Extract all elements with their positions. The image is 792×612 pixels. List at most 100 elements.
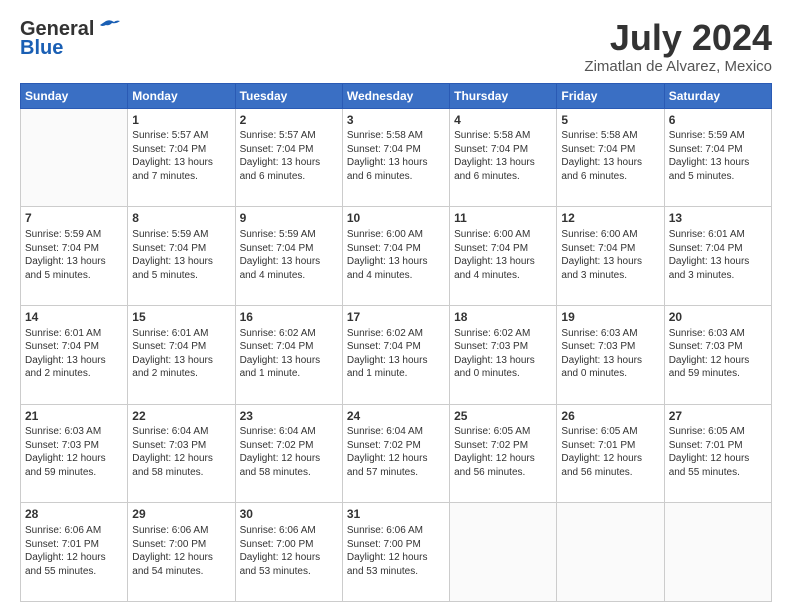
calendar-cell bbox=[21, 108, 128, 207]
col-monday: Monday bbox=[128, 83, 235, 108]
day-number: 6 bbox=[669, 112, 767, 129]
calendar-cell: 24Sunrise: 6:04 AM Sunset: 7:02 PM Dayli… bbox=[342, 404, 449, 503]
day-number: 25 bbox=[454, 408, 552, 425]
calendar-cell: 25Sunrise: 6:05 AM Sunset: 7:02 PM Dayli… bbox=[450, 404, 557, 503]
day-number: 23 bbox=[240, 408, 338, 425]
calendar-cell: 7Sunrise: 5:59 AM Sunset: 7:04 PM Daylig… bbox=[21, 207, 128, 306]
day-content: Sunrise: 5:59 AM Sunset: 7:04 PM Dayligh… bbox=[25, 228, 123, 282]
day-content: Sunrise: 6:03 AM Sunset: 7:03 PM Dayligh… bbox=[561, 327, 659, 381]
month-year: July 2024 bbox=[584, 18, 772, 58]
day-content: Sunrise: 6:06 AM Sunset: 7:00 PM Dayligh… bbox=[347, 524, 445, 578]
day-content: Sunrise: 6:04 AM Sunset: 7:02 PM Dayligh… bbox=[240, 425, 338, 479]
calendar-cell: 20Sunrise: 6:03 AM Sunset: 7:03 PM Dayli… bbox=[664, 305, 771, 404]
calendar-cell: 3Sunrise: 5:58 AM Sunset: 7:04 PM Daylig… bbox=[342, 108, 449, 207]
week-row-4: 21Sunrise: 6:03 AM Sunset: 7:03 PM Dayli… bbox=[21, 404, 772, 503]
calendar-cell: 31Sunrise: 6:06 AM Sunset: 7:00 PM Dayli… bbox=[342, 503, 449, 602]
calendar-cell: 2Sunrise: 5:57 AM Sunset: 7:04 PM Daylig… bbox=[235, 108, 342, 207]
calendar-cell: 30Sunrise: 6:06 AM Sunset: 7:00 PM Dayli… bbox=[235, 503, 342, 602]
day-number: 4 bbox=[454, 112, 552, 129]
day-content: Sunrise: 6:05 AM Sunset: 7:02 PM Dayligh… bbox=[454, 425, 552, 479]
calendar-table: Sunday Monday Tuesday Wednesday Thursday… bbox=[20, 83, 772, 602]
logo-bird-icon bbox=[98, 19, 120, 37]
calendar-cell: 9Sunrise: 5:59 AM Sunset: 7:04 PM Daylig… bbox=[235, 207, 342, 306]
day-content: Sunrise: 5:59 AM Sunset: 7:04 PM Dayligh… bbox=[132, 228, 230, 282]
day-content: Sunrise: 6:02 AM Sunset: 7:04 PM Dayligh… bbox=[347, 327, 445, 381]
day-content: Sunrise: 5:57 AM Sunset: 7:04 PM Dayligh… bbox=[240, 129, 338, 183]
day-content: Sunrise: 5:58 AM Sunset: 7:04 PM Dayligh… bbox=[454, 129, 552, 183]
calendar-cell: 18Sunrise: 6:02 AM Sunset: 7:03 PM Dayli… bbox=[450, 305, 557, 404]
day-content: Sunrise: 6:03 AM Sunset: 7:03 PM Dayligh… bbox=[25, 425, 123, 479]
day-number: 22 bbox=[132, 408, 230, 425]
calendar-cell: 22Sunrise: 6:04 AM Sunset: 7:03 PM Dayli… bbox=[128, 404, 235, 503]
day-content: Sunrise: 6:00 AM Sunset: 7:04 PM Dayligh… bbox=[347, 228, 445, 282]
day-number: 19 bbox=[561, 309, 659, 326]
day-content: Sunrise: 6:06 AM Sunset: 7:01 PM Dayligh… bbox=[25, 524, 123, 578]
day-content: Sunrise: 6:01 AM Sunset: 7:04 PM Dayligh… bbox=[25, 327, 123, 381]
title-block: July 2024 Zimatlan de Alvarez, Mexico bbox=[584, 18, 772, 75]
day-number: 31 bbox=[347, 506, 445, 523]
day-number: 1 bbox=[132, 112, 230, 129]
calendar-cell: 5Sunrise: 5:58 AM Sunset: 7:04 PM Daylig… bbox=[557, 108, 664, 207]
logo: General Blue bbox=[20, 18, 120, 60]
week-row-5: 28Sunrise: 6:06 AM Sunset: 7:01 PM Dayli… bbox=[21, 503, 772, 602]
day-number: 15 bbox=[132, 309, 230, 326]
day-content: Sunrise: 5:59 AM Sunset: 7:04 PM Dayligh… bbox=[240, 228, 338, 282]
calendar-cell: 26Sunrise: 6:05 AM Sunset: 7:01 PM Dayli… bbox=[557, 404, 664, 503]
day-content: Sunrise: 6:06 AM Sunset: 7:00 PM Dayligh… bbox=[132, 524, 230, 578]
calendar-cell: 27Sunrise: 6:05 AM Sunset: 7:01 PM Dayli… bbox=[664, 404, 771, 503]
logo-blue-text: Blue bbox=[20, 37, 63, 60]
day-content: Sunrise: 5:57 AM Sunset: 7:04 PM Dayligh… bbox=[132, 129, 230, 183]
day-content: Sunrise: 6:02 AM Sunset: 7:04 PM Dayligh… bbox=[240, 327, 338, 381]
day-number: 3 bbox=[347, 112, 445, 129]
day-content: Sunrise: 6:00 AM Sunset: 7:04 PM Dayligh… bbox=[454, 228, 552, 282]
day-number: 12 bbox=[561, 210, 659, 227]
day-number: 10 bbox=[347, 210, 445, 227]
day-content: Sunrise: 6:04 AM Sunset: 7:02 PM Dayligh… bbox=[347, 425, 445, 479]
calendar-cell: 12Sunrise: 6:00 AM Sunset: 7:04 PM Dayli… bbox=[557, 207, 664, 306]
week-row-3: 14Sunrise: 6:01 AM Sunset: 7:04 PM Dayli… bbox=[21, 305, 772, 404]
col-wednesday: Wednesday bbox=[342, 83, 449, 108]
day-number: 26 bbox=[561, 408, 659, 425]
day-number: 8 bbox=[132, 210, 230, 227]
header-row: Sunday Monday Tuesday Wednesday Thursday… bbox=[21, 83, 772, 108]
calendar-cell: 11Sunrise: 6:00 AM Sunset: 7:04 PM Dayli… bbox=[450, 207, 557, 306]
day-number: 7 bbox=[25, 210, 123, 227]
day-number: 29 bbox=[132, 506, 230, 523]
calendar-cell: 10Sunrise: 6:00 AM Sunset: 7:04 PM Dayli… bbox=[342, 207, 449, 306]
day-content: Sunrise: 6:05 AM Sunset: 7:01 PM Dayligh… bbox=[669, 425, 767, 479]
day-content: Sunrise: 5:58 AM Sunset: 7:04 PM Dayligh… bbox=[561, 129, 659, 183]
calendar-cell: 4Sunrise: 5:58 AM Sunset: 7:04 PM Daylig… bbox=[450, 108, 557, 207]
day-content: Sunrise: 6:01 AM Sunset: 7:04 PM Dayligh… bbox=[132, 327, 230, 381]
col-tuesday: Tuesday bbox=[235, 83, 342, 108]
calendar-cell bbox=[557, 503, 664, 602]
col-friday: Friday bbox=[557, 83, 664, 108]
calendar-cell bbox=[450, 503, 557, 602]
day-content: Sunrise: 6:04 AM Sunset: 7:03 PM Dayligh… bbox=[132, 425, 230, 479]
week-row-1: 1Sunrise: 5:57 AM Sunset: 7:04 PM Daylig… bbox=[21, 108, 772, 207]
day-content: Sunrise: 6:00 AM Sunset: 7:04 PM Dayligh… bbox=[561, 228, 659, 282]
calendar-header: Sunday Monday Tuesday Wednesday Thursday… bbox=[21, 83, 772, 108]
calendar-cell: 23Sunrise: 6:04 AM Sunset: 7:02 PM Dayli… bbox=[235, 404, 342, 503]
day-number: 20 bbox=[669, 309, 767, 326]
day-number: 16 bbox=[240, 309, 338, 326]
location: Zimatlan de Alvarez, Mexico bbox=[584, 58, 772, 75]
day-content: Sunrise: 6:02 AM Sunset: 7:03 PM Dayligh… bbox=[454, 327, 552, 381]
day-number: 30 bbox=[240, 506, 338, 523]
calendar-cell: 19Sunrise: 6:03 AM Sunset: 7:03 PM Dayli… bbox=[557, 305, 664, 404]
day-content: Sunrise: 5:59 AM Sunset: 7:04 PM Dayligh… bbox=[669, 129, 767, 183]
calendar-cell: 17Sunrise: 6:02 AM Sunset: 7:04 PM Dayli… bbox=[342, 305, 449, 404]
day-number: 17 bbox=[347, 309, 445, 326]
calendar-cell: 8Sunrise: 5:59 AM Sunset: 7:04 PM Daylig… bbox=[128, 207, 235, 306]
calendar-cell: 14Sunrise: 6:01 AM Sunset: 7:04 PM Dayli… bbox=[21, 305, 128, 404]
calendar-cell bbox=[664, 503, 771, 602]
day-number: 18 bbox=[454, 309, 552, 326]
calendar-cell: 6Sunrise: 5:59 AM Sunset: 7:04 PM Daylig… bbox=[664, 108, 771, 207]
day-content: Sunrise: 6:05 AM Sunset: 7:01 PM Dayligh… bbox=[561, 425, 659, 479]
day-number: 9 bbox=[240, 210, 338, 227]
calendar-cell: 28Sunrise: 6:06 AM Sunset: 7:01 PM Dayli… bbox=[21, 503, 128, 602]
calendar-body: 1Sunrise: 5:57 AM Sunset: 7:04 PM Daylig… bbox=[21, 108, 772, 601]
header: General Blue July 2024 Zimatlan de Alvar… bbox=[20, 18, 772, 75]
day-number: 27 bbox=[669, 408, 767, 425]
day-content: Sunrise: 6:03 AM Sunset: 7:03 PM Dayligh… bbox=[669, 327, 767, 381]
calendar-cell: 16Sunrise: 6:02 AM Sunset: 7:04 PM Dayli… bbox=[235, 305, 342, 404]
